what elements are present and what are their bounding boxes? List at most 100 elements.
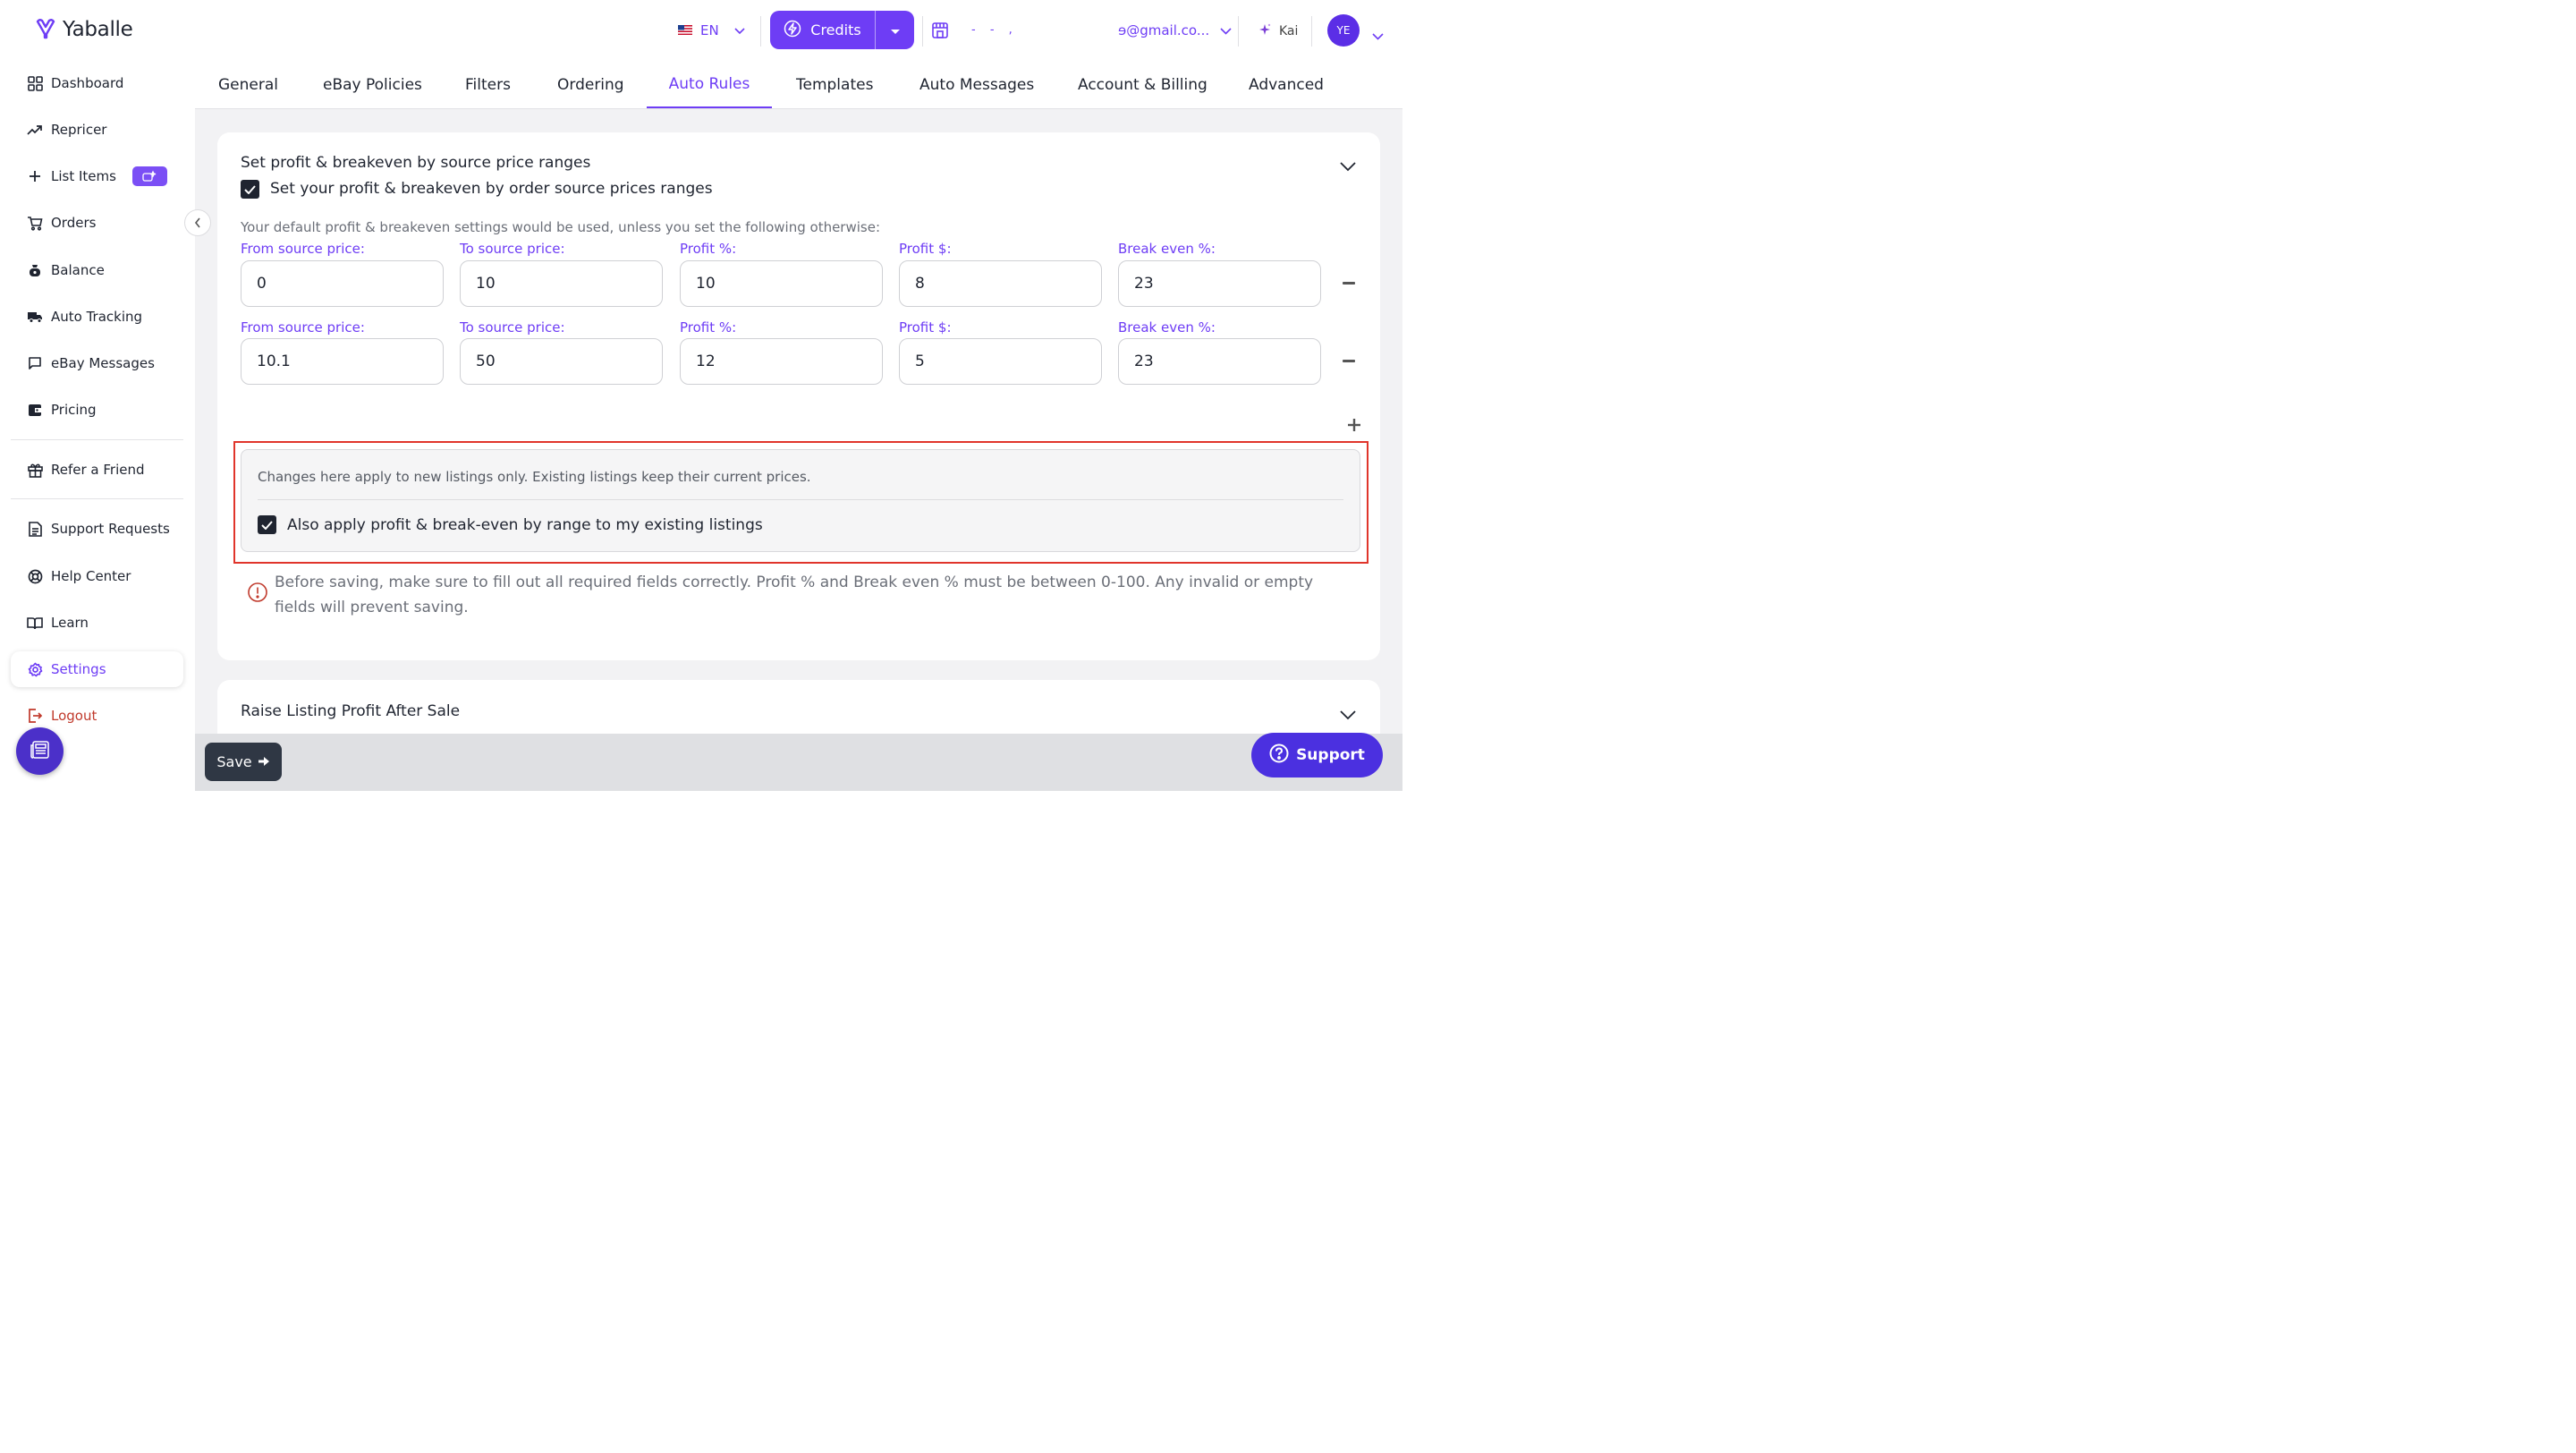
obscured-store-name: - - ,	[971, 23, 1018, 37]
profile-menu-toggle[interactable]	[1372, 27, 1384, 44]
sidebar-item-auto-tracking[interactable]: Auto Tracking	[11, 299, 183, 335]
profit-percent-label: Profit %:	[680, 241, 737, 257]
store-icon	[931, 22, 949, 43]
sidebar-item-label: Help Center	[51, 568, 131, 584]
news-button[interactable]	[16, 727, 64, 775]
sidebar-item-label: Learn	[51, 615, 89, 631]
header-divider	[760, 16, 761, 47]
sidebar-item-pricing[interactable]: Pricing	[11, 392, 183, 428]
profit-percent-input[interactable]	[680, 260, 883, 307]
break-even-input[interactable]	[1118, 260, 1321, 307]
book-icon	[27, 615, 43, 631]
from-price-label: From source price:	[241, 319, 365, 336]
collapse-sidebar-button[interactable]	[184, 209, 211, 236]
tab-ebay-policies[interactable]: eBay Policies	[323, 61, 422, 108]
to-price-input[interactable]	[460, 338, 663, 385]
money-bag-icon	[27, 262, 43, 278]
from-price-input[interactable]	[241, 260, 444, 307]
avatar[interactable]: YE	[1327, 14, 1360, 47]
account-selector[interactable]: ɘ@gmail.co...	[1118, 21, 1232, 38]
tab-advanced[interactable]: Advanced	[1249, 61, 1324, 108]
tab-ordering[interactable]: Ordering	[557, 61, 624, 108]
sidebar-item-label: Refer a Friend	[51, 462, 145, 478]
sparkle-icon	[1258, 22, 1272, 40]
us-flag-icon	[678, 21, 692, 38]
tab-auto-rules[interactable]: Auto Rules	[647, 61, 772, 108]
break-even-input[interactable]	[1118, 338, 1321, 385]
logout-icon	[27, 708, 43, 724]
to-price-label: To source price:	[460, 241, 565, 257]
profit-dollar-input[interactable]	[899, 338, 1102, 385]
add-row-button[interactable]	[1348, 418, 1360, 435]
new-feature-badge	[131, 166, 167, 186]
tab-general[interactable]: General	[218, 61, 278, 108]
sidebar-item-ebay-messages[interactable]: eBay Messages	[11, 345, 183, 381]
tab-auto-messages[interactable]: Auto Messages	[919, 61, 1034, 108]
kai-label: Kai	[1279, 24, 1299, 38]
lifebuoy-icon	[27, 568, 43, 584]
enable-ranges-checkbox[interactable]	[241, 180, 259, 199]
sidebar-item-repricer[interactable]: Repricer	[11, 112, 183, 148]
plus-icon	[27, 168, 43, 184]
sidebar-item-label: Balance	[51, 262, 105, 278]
remove-row-minus-icon[interactable]	[1343, 360, 1355, 362]
tab-filters[interactable]: Filters	[465, 61, 511, 108]
sidebar-item-balance[interactable]: Balance	[11, 252, 183, 288]
collapse-section-button[interactable]	[1340, 158, 1356, 175]
sidebar-item-label: Support Requests	[51, 521, 170, 537]
brand-logo[interactable]: Yaballe	[34, 16, 133, 43]
expand-section-button[interactable]	[1340, 707, 1356, 724]
sidebar-item-label: Settings	[51, 661, 106, 677]
sidebar-item-settings[interactable]: Settings	[11, 651, 183, 687]
to-price-input[interactable]	[460, 260, 663, 307]
chevron-down-icon	[734, 21, 745, 38]
chat-bubble-icon	[27, 355, 43, 371]
save-button[interactable]: Save	[205, 743, 282, 781]
language-selector[interactable]: EN	[678, 21, 745, 38]
tab-account-billing[interactable]: Account & Billing	[1078, 61, 1208, 108]
break-even-label: Break even %:	[1118, 241, 1216, 257]
gift-icon	[27, 462, 43, 478]
chevron-down-icon	[1340, 707, 1356, 724]
credits-button[interactable]: Credits	[770, 11, 876, 49]
from-price-label: From source price:	[241, 241, 365, 257]
header-divider	[1238, 16, 1239, 47]
tab-templates[interactable]: Templates	[796, 61, 873, 108]
remove-row-minus-icon[interactable]	[1343, 282, 1355, 285]
header-divider	[1311, 16, 1312, 47]
kai-ai-button[interactable]: Kai	[1258, 22, 1298, 40]
chevron-up-icon	[1340, 158, 1356, 175]
sidebar-item-help-center[interactable]: Help Center	[11, 558, 183, 594]
profit-dollar-label: Profit $:	[899, 319, 952, 336]
profit-percent-input[interactable]	[680, 338, 883, 385]
support-button[interactable]: Support	[1251, 733, 1383, 777]
sidebar-item-label: List Items	[51, 168, 116, 184]
section-title: Set profit & breakeven by source price r…	[241, 154, 591, 172]
sidebar-item-support-requests[interactable]: Support Requests	[11, 511, 183, 547]
header-divider	[922, 16, 923, 47]
wallet-icon	[27, 402, 43, 418]
question-circle-icon	[1269, 743, 1289, 768]
sidebar-item-dashboard[interactable]: Dashboard	[11, 65, 183, 101]
from-price-input[interactable]	[241, 338, 444, 385]
section-title: Raise Listing Profit After Sale	[241, 702, 461, 720]
sidebar-item-refer-a-friend[interactable]: Refer a Friend	[11, 452, 183, 488]
lightning-icon	[784, 20, 801, 41]
sidebar-item-label: eBay Messages	[51, 355, 155, 371]
profit-percent-label: Profit %:	[680, 319, 737, 336]
truck-icon	[27, 309, 43, 325]
sidebar-item-label: Dashboard	[51, 75, 124, 91]
sidebar-item-learn[interactable]: Learn	[11, 605, 183, 641]
profit-dollar-input[interactable]	[899, 260, 1102, 307]
yaballe-logo-icon	[34, 16, 57, 43]
sidebar-item-list-items[interactable]: List Items	[11, 158, 183, 194]
sidebar-item-orders[interactable]: Orders	[11, 205, 183, 241]
account-email: ɘ@gmail.co...	[1118, 21, 1210, 38]
document-icon	[27, 521, 43, 537]
enable-ranges-label: Set your profit & breakeven by order sou…	[270, 180, 713, 198]
sidebar-item-label: Auto Tracking	[51, 309, 143, 325]
credits-button-group: Credits	[770, 11, 914, 49]
sidebar-divider	[11, 498, 183, 499]
credits-dropdown-button[interactable]	[876, 11, 914, 49]
store-button[interactable]	[931, 21, 949, 43]
